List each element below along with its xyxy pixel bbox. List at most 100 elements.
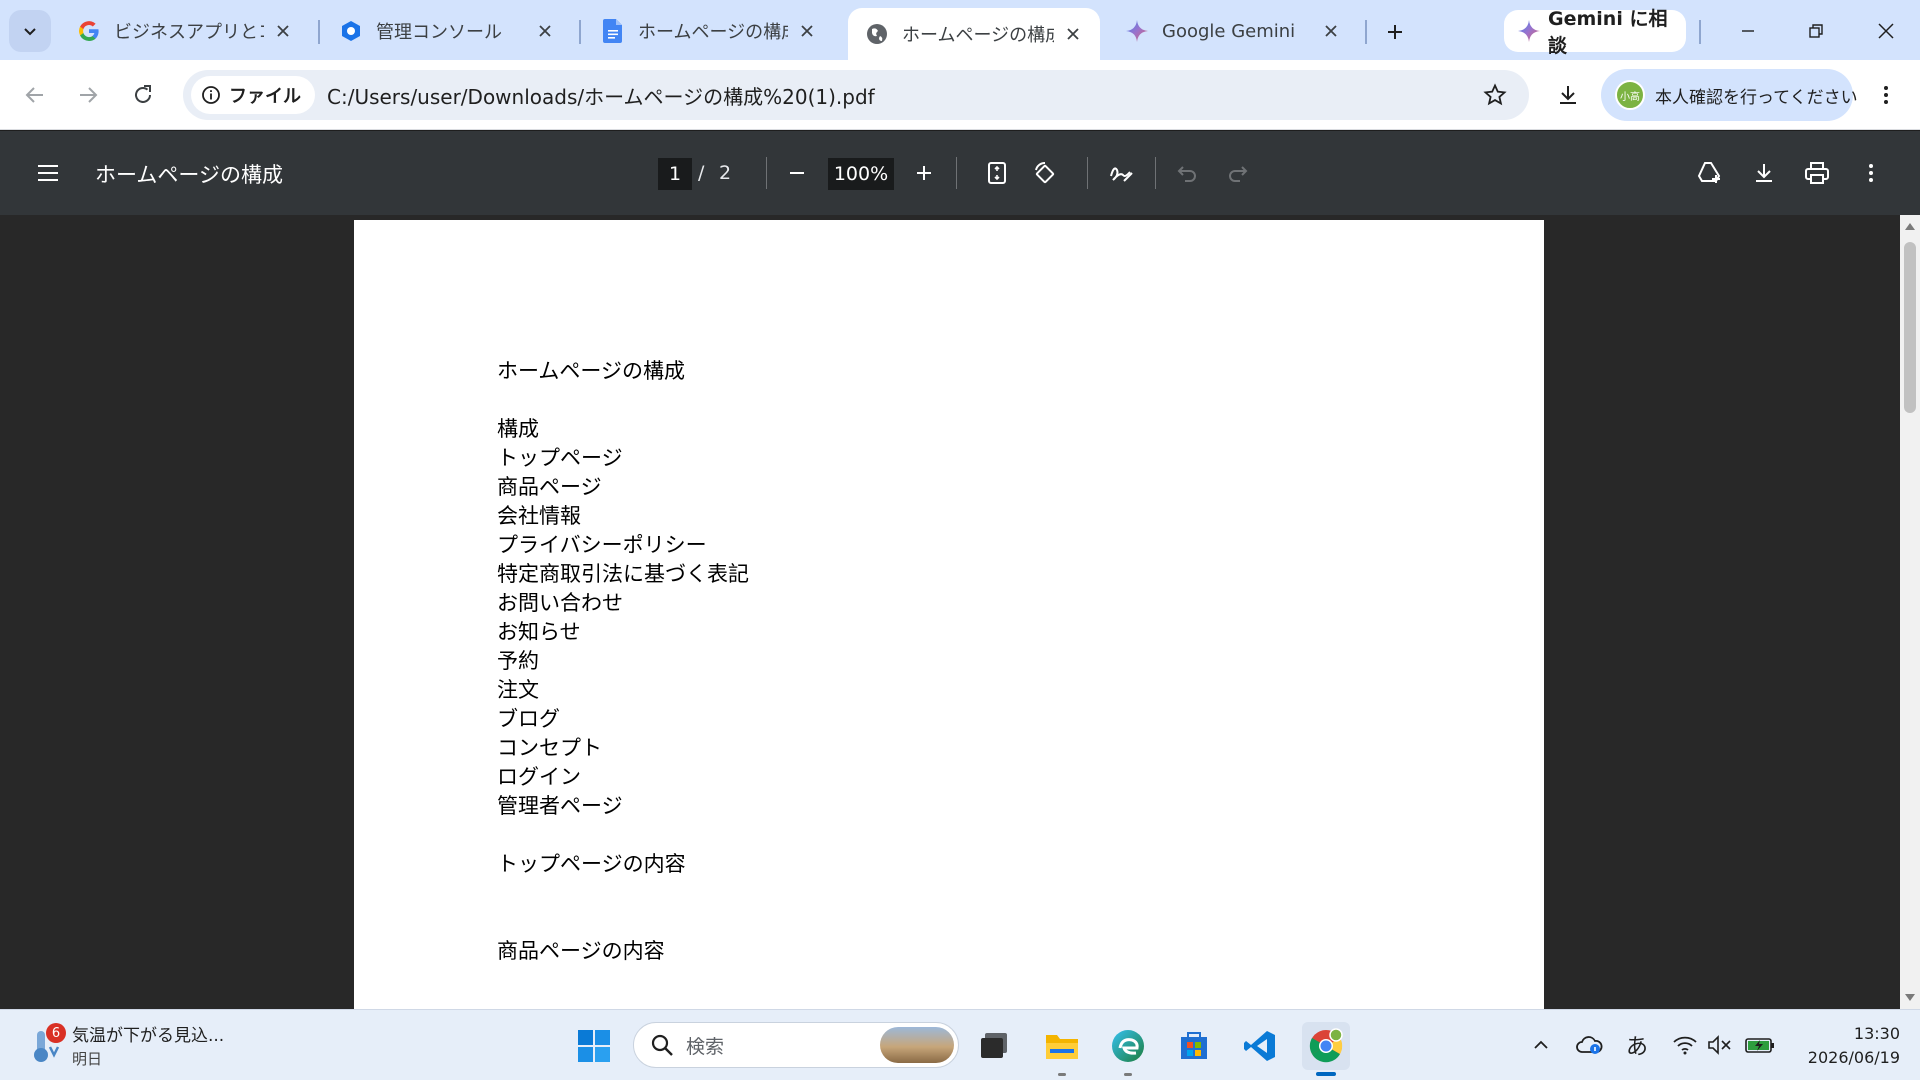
rotate-button[interactable]: [1023, 151, 1067, 195]
battery-button[interactable]: [1745, 1030, 1775, 1060]
new-tab-button[interactable]: [1375, 12, 1415, 52]
tab-admin-console[interactable]: 管理コンソール: [322, 8, 572, 54]
volume-button[interactable]: [1705, 1030, 1735, 1060]
back-button[interactable]: [13, 73, 57, 117]
edge-button[interactable]: [1104, 1022, 1152, 1076]
site-chip-label: ファイル: [229, 86, 301, 107]
list-item: プライバシーポリシー: [497, 533, 707, 557]
close-icon[interactable]: [1060, 21, 1086, 47]
weather-widget[interactable]: 6 気温が下がる見込... 明日: [28, 1018, 258, 1072]
vertical-scrollbar[interactable]: [1900, 215, 1920, 1009]
profile-chip[interactable]: 小高 本人確認を行ってください: [1601, 69, 1858, 121]
gemini-button[interactable]: Gemini に相談: [1504, 8, 1686, 57]
kebab-menu-icon: [1868, 162, 1874, 184]
pdf-viewer[interactable]: ホームページの構成 構成 トップページ 商品ページ 会社情報 プライバシーポリシ…: [0, 215, 1920, 1009]
toolbar-divider: [1087, 157, 1088, 189]
reload-button[interactable]: [121, 73, 165, 117]
save-to-drive-button[interactable]: [1688, 151, 1732, 195]
section-label: 構成: [497, 417, 539, 441]
site-info-chip[interactable]: ファイル: [191, 76, 315, 114]
tab-divider: [579, 20, 581, 44]
close-icon[interactable]: [270, 18, 296, 44]
browser-menu-button[interactable]: [1864, 73, 1908, 117]
arrow-right-icon: [77, 84, 99, 106]
pdf-document-title: ホームページの構成: [95, 163, 283, 187]
minimize-button[interactable]: [1720, 10, 1776, 52]
weather-subtitle: 明日: [72, 1050, 103, 1068]
tab-divider: [318, 20, 320, 44]
toolbar-divider: [1155, 157, 1156, 189]
system-clock[interactable]: 13:30 2026/06/19: [1790, 1022, 1900, 1070]
gemini-button-label: Gemini に相談: [1548, 8, 1668, 57]
restore-icon: [1808, 23, 1824, 39]
scroll-up-arrow-icon[interactable]: [1903, 219, 1917, 233]
fit-page-button[interactable]: [975, 151, 1019, 195]
url-text[interactable]: C:/Users/user/Downloads/ホームページの構成%20(1).…: [327, 81, 875, 110]
bookmark-button[interactable]: [1479, 79, 1511, 111]
downloads-button[interactable]: [1546, 73, 1590, 117]
scrollbar-thumb[interactable]: [1904, 242, 1916, 413]
tab-gemini[interactable]: Google Gemini: [1108, 8, 1358, 54]
drive-add-icon: [1696, 161, 1724, 185]
onedrive-tray-button[interactable]: [1574, 1030, 1604, 1060]
list-item: お知らせ: [497, 620, 581, 644]
tab-search-button[interactable]: [9, 10, 51, 52]
cloud-icon: [1575, 1034, 1603, 1056]
wifi-button[interactable]: [1670, 1030, 1700, 1060]
chrome-button[interactable]: [1302, 1022, 1350, 1076]
close-window-button[interactable]: [1858, 10, 1914, 52]
list-item: コンセプト: [497, 736, 602, 760]
star-icon: [1483, 83, 1507, 107]
tab-pdf-active[interactable]: ホームページの構成: [848, 8, 1100, 60]
address-bar[interactable]: ファイル C:/Users/user/Downloads/ホームページの構成%2…: [183, 70, 1529, 120]
sidebar-toggle-button[interactable]: [26, 151, 70, 195]
avatar: 小高: [1615, 80, 1645, 110]
tab-title: Google Gemini: [1162, 20, 1296, 42]
print-button[interactable]: [1795, 151, 1839, 195]
admin-console-icon: [338, 18, 364, 44]
minus-icon: [787, 163, 807, 183]
list-item: 特定商取引法に基づく表記: [497, 562, 749, 586]
list-item: ブログ: [497, 707, 560, 731]
taskbar-search[interactable]: 検索: [633, 1022, 959, 1068]
tab-strip: ビジネスアプリとコラボレ 管理コンソール: [0, 0, 1920, 60]
redo-button[interactable]: [1215, 151, 1259, 195]
task-view-button[interactable]: [970, 1022, 1018, 1070]
tab-business-apps[interactable]: ビジネスアプリとコラボレ: [60, 8, 310, 54]
ime-indicator[interactable]: あ: [1622, 1030, 1652, 1060]
pdf-more-options-button[interactable]: [1849, 151, 1893, 195]
annotate-button[interactable]: [1099, 151, 1143, 195]
restore-button[interactable]: [1788, 10, 1844, 52]
gemini-icon: [1124, 18, 1150, 44]
gemini-icon: [1518, 20, 1548, 42]
store-button[interactable]: [1170, 1022, 1218, 1070]
clock-date: 2026/06/19: [1807, 1048, 1900, 1067]
kebab-menu-icon: [1883, 84, 1889, 106]
list-item: ログイン: [497, 765, 581, 789]
vscode-icon: [1243, 1029, 1277, 1063]
close-icon[interactable]: [794, 18, 820, 44]
edge-icon: [1110, 1028, 1146, 1064]
undo-button[interactable]: [1166, 151, 1210, 195]
file-explorer-button[interactable]: [1038, 1022, 1086, 1076]
printer-icon: [1804, 161, 1830, 185]
page-number-input[interactable]: 1: [658, 158, 692, 190]
tab-google-docs[interactable]: ホームページの構成 - G: [584, 8, 834, 54]
forward-button[interactable]: [66, 73, 110, 117]
running-indicator: [1124, 1073, 1132, 1076]
zoom-input[interactable]: 100%: [828, 158, 894, 190]
pdf-download-button[interactable]: [1742, 151, 1786, 195]
close-icon[interactable]: [1318, 18, 1344, 44]
scroll-down-arrow-icon[interactable]: [1903, 991, 1917, 1005]
windows-start-icon: [577, 1029, 611, 1063]
zoom-in-button[interactable]: [902, 151, 946, 195]
pdf-page: ホームページの構成 構成 トップページ 商品ページ 会社情報 プライバシーポリシ…: [354, 220, 1544, 1009]
close-icon[interactable]: [532, 18, 558, 44]
show-hidden-icons-button[interactable]: [1526, 1030, 1556, 1060]
hamburger-menu-icon: [36, 163, 60, 183]
notification-badge: 6: [46, 1023, 66, 1043]
zoom-out-button[interactable]: [775, 151, 819, 195]
vscode-button[interactable]: [1236, 1022, 1284, 1070]
start-button[interactable]: [570, 1022, 618, 1070]
